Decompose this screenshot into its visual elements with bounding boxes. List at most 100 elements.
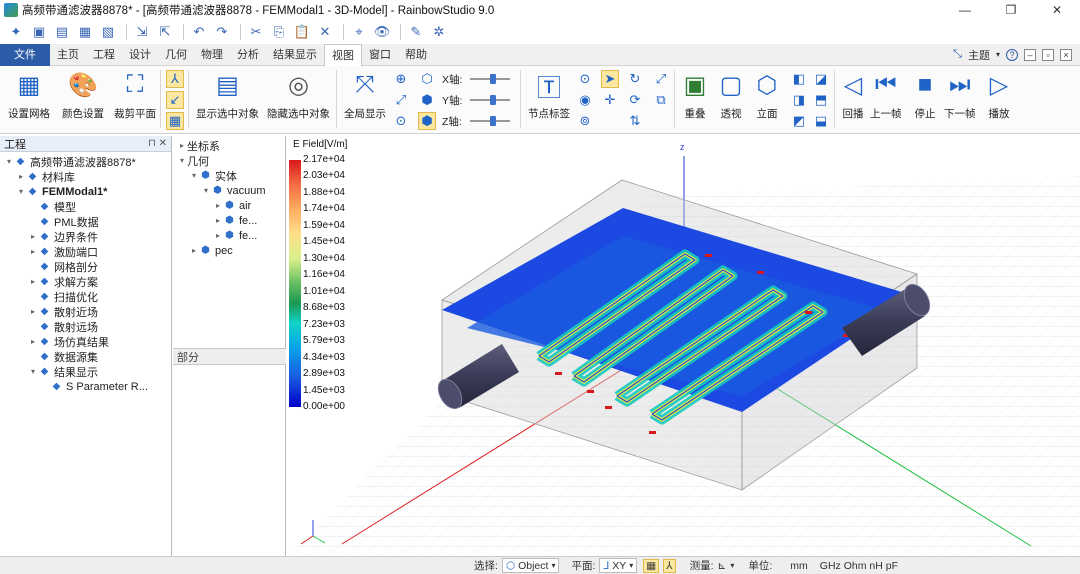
tree-node[interactable]: ▾ ◆ 结果显示 — [0, 364, 171, 379]
pin-icon[interactable]: ⊓ ✕ — [148, 138, 167, 149]
model-tree-node[interactable]: ▾ ⬢ 实体 — [173, 168, 285, 183]
tree-node[interactable]: ▾ ◆ FEMModal1* — [0, 184, 171, 199]
expand-arrow-icon[interactable]: ▸ — [28, 232, 38, 241]
cut-icon[interactable]: ✂ — [246, 22, 266, 42]
move-icon[interactable]: ✛ — [601, 91, 619, 109]
zoom-in-icon[interactable]: ⊕ — [392, 70, 410, 88]
tree-node[interactable]: ◆ 网格剖分 — [0, 259, 171, 274]
plane-combo[interactable]: ⅃ XY ▾ — [599, 558, 638, 573]
export-icon[interactable]: ⇱ — [155, 22, 175, 42]
tree-node[interactable]: ◆ PML数据 — [0, 214, 171, 229]
expand-arrow-icon[interactable]: ▸ — [177, 141, 187, 150]
tab-geometry[interactable]: 几何 — [158, 44, 194, 66]
iso-view-6-icon[interactable]: ⬓ — [812, 112, 830, 130]
save-icon[interactable]: ▦ — [75, 22, 95, 42]
mdi-close-icon[interactable]: × — [1060, 48, 1072, 61]
tree-node[interactable]: ◆ 散射远场 — [0, 319, 171, 334]
settings-icon[interactable]: ✲ — [429, 22, 449, 42]
model-tree-node[interactable]: ▸ ⬢ fe... — [173, 213, 285, 228]
zoom-icon[interactable]: ⊙ — [392, 112, 410, 130]
perspective-button[interactable]: ▢ 透视 — [716, 70, 746, 121]
rotate-icon[interactable]: ↻ — [626, 70, 644, 88]
expand-arrow-icon[interactable]: ▸ — [16, 172, 26, 181]
tab-results[interactable]: 结果显示 — [266, 44, 324, 66]
redo-icon[interactable]: ↷ — [212, 22, 232, 42]
tree-node[interactable]: ◆ S Parameter R... — [0, 379, 171, 394]
chevron-down-icon[interactable]: ▾ — [996, 50, 1000, 59]
expand-arrow-icon[interactable]: ▸ — [189, 246, 199, 255]
tree-node[interactable]: ▸ ◆ 散射近场 — [0, 304, 171, 319]
expand-arrow-icon[interactable]: ▸ — [28, 247, 38, 256]
tree-node[interactable]: ◆ 扫描优化 — [0, 289, 171, 304]
paste-icon[interactable]: 📋 — [292, 22, 312, 42]
expand-arrow-icon[interactable]: ▸ — [213, 216, 223, 225]
save-all-icon[interactable]: ▧ — [98, 22, 118, 42]
restore-button[interactable]: ❐ — [988, 0, 1034, 20]
grid-toggle-icon[interactable]: ▦ — [643, 558, 660, 573]
tree-node[interactable]: ▸ ◆ 场仿真结果 — [0, 334, 171, 349]
expand-arrow-icon[interactable]: ▸ — [28, 337, 38, 346]
stop-button[interactable]: ■ 停止 — [910, 70, 940, 121]
show-selected-button[interactable]: ▤ 显示选中对象 — [196, 70, 259, 121]
cube-solid-icon[interactable]: ⬢ — [418, 91, 436, 109]
mdi-minimize-icon[interactable]: – — [1024, 48, 1036, 61]
select-combo[interactable]: ⬡ Object ▾ — [501, 558, 560, 573]
hide-selected-button[interactable]: ◎ 隐藏选中对象 — [267, 70, 330, 121]
rewind-button[interactable]: ◁ 回播 — [838, 70, 868, 121]
fit-all-button[interactable]: ⤧ 全局显示 — [344, 70, 386, 121]
scene-svg[interactable]: z — [287, 136, 1080, 556]
new-icon[interactable]: ▣ — [29, 22, 49, 42]
play-button[interactable]: ▷ 播放 — [984, 70, 1014, 121]
pick-icon[interactable]: ⌖ — [349, 22, 369, 42]
dock-icon[interactable]: ⤡ — [953, 48, 962, 61]
import-icon[interactable]: ⇲ — [132, 22, 152, 42]
app-menu-icon[interactable]: ✦ — [6, 22, 26, 42]
minimize-button[interactable]: — — [942, 0, 988, 20]
y-axis-slider[interactable] — [470, 95, 510, 105]
axis-alt-icon[interactable]: ↙ — [166, 91, 184, 109]
tab-home[interactable]: 主页 — [50, 44, 86, 66]
tab-project[interactable]: 工程 — [86, 44, 122, 66]
tree-node[interactable]: ◆ 模型 — [0, 199, 171, 214]
prev-frame-button[interactable]: ⏮ 上一帧 — [870, 70, 902, 121]
elevation-button[interactable]: ⬡ 立面 — [752, 70, 782, 121]
tree-node[interactable]: ▸ ◆ 激励端口 — [0, 244, 171, 259]
iso-view-5-icon[interactable]: ⬒ — [812, 91, 830, 109]
edit-icon[interactable]: ✎ — [406, 22, 426, 42]
expand-icon[interactable]: ⤢ — [652, 70, 670, 88]
unit-value[interactable]: mm — [790, 560, 808, 572]
tree-node[interactable]: ◆ 数据源集 — [0, 349, 171, 364]
tree-node[interactable]: ▸ ◆ 求解方案 — [0, 274, 171, 289]
chevron-down-icon[interactable]: ▾ — [730, 561, 734, 570]
iso-view-3-icon[interactable]: ◩ — [790, 112, 808, 130]
zoom-window-icon[interactable]: ⤢ — [392, 91, 410, 109]
tab-analysis[interactable]: 分析 — [230, 44, 266, 66]
axis-view-icon[interactable]: ⅄ — [166, 70, 184, 88]
expand-arrow-icon[interactable]: ▾ — [201, 186, 211, 195]
tab-file[interactable]: 文件 — [0, 43, 50, 66]
model-tree-node[interactable]: ▾ ⬢ vacuum — [173, 183, 285, 198]
open-icon[interactable]: ▤ — [52, 22, 72, 42]
tree-node[interactable]: ▸ ◆ 材料库 — [0, 169, 171, 184]
tab-help[interactable]: 帮助 — [398, 44, 434, 66]
next-frame-button[interactable]: ⏭ 下一帧 — [944, 70, 976, 121]
tab-physics[interactable]: 物理 — [194, 44, 230, 66]
undo-icon[interactable]: ↶ — [189, 22, 209, 42]
pan-icon[interactable]: ⇅ — [626, 112, 644, 130]
overlap-button[interactable]: ▣ 重叠 — [680, 70, 710, 121]
x-axis-slider[interactable] — [470, 74, 510, 84]
iso-view-1-icon[interactable]: ◧ — [790, 70, 808, 88]
expand-arrow-icon[interactable]: ▸ — [213, 201, 223, 210]
clip-plane-button[interactable]: ⛶ 裁剪平面 — [114, 70, 156, 121]
set-grid-button[interactable]: ▦ 设置网格 — [8, 70, 50, 121]
node-label-button[interactable]: 🅃 节点标签 — [528, 70, 570, 121]
model-tree-node[interactable]: ▸ ⬢ fe... — [173, 228, 285, 243]
theme-label[interactable]: 主题 — [968, 47, 990, 63]
mdi-restore-icon[interactable]: ▫ — [1042, 48, 1054, 61]
view-side-icon[interactable]: ◉ — [576, 91, 594, 109]
model-tree-node[interactable]: ▸ ⬢ pec — [173, 243, 285, 258]
select-arrow-icon[interactable]: ➤ — [601, 70, 619, 88]
expand-arrow-icon[interactable]: ▾ — [16, 187, 26, 196]
help-icon[interactable]: ? — [1006, 48, 1018, 61]
orbit-icon[interactable]: ⟳ — [626, 91, 644, 109]
